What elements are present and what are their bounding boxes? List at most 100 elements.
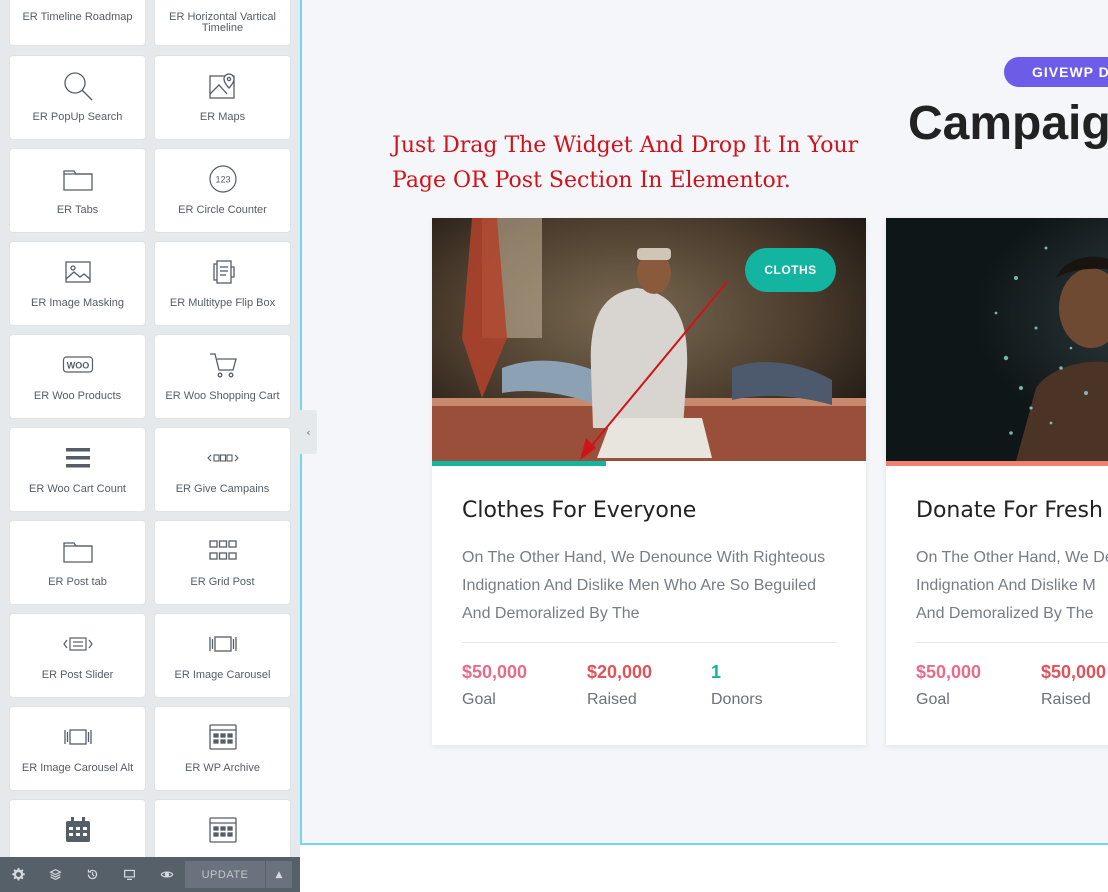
campaign-title[interactable]: Donate For Fresh W <box>916 498 1108 523</box>
widget-er-image-masking[interactable]: ER Image Masking <box>10 242 145 325</box>
campaign-description: On The Other Hand, We De Indignation And… <box>916 544 1108 628</box>
instruction-annotation: Just Drag The Widget And Drop It In Your… <box>392 133 859 193</box>
goal-stat: $50,000 Goal <box>916 662 981 709</box>
widget-label: ER Multitype Flip Box <box>169 297 276 309</box>
widget-label: ER Timeline Roadmap <box>22 11 133 23</box>
widget-er-woo-cart-count[interactable]: ER Woo Cart Count <box>10 428 145 511</box>
widget-er-circle-counter[interactable]: 123 ER Circle Counter <box>155 149 290 232</box>
campaign-description: On The Other Hand, We Denounce With Righ… <box>462 544 847 628</box>
image-icon <box>58 252 98 292</box>
widget-er-post-slider[interactable]: ER Post Slider <box>10 614 145 697</box>
widget-label: ER Post Slider <box>41 669 114 681</box>
widget-er-woo-products[interactable]: WOO ER Woo Products <box>10 335 145 418</box>
map-icon <box>203 66 243 106</box>
cart-icon <box>203 345 243 385</box>
widget-er-give-campains[interactable]: ER Give Campains <box>155 428 290 511</box>
widget-label: ER Woo Cart Count <box>28 483 126 495</box>
widget-label: ER Image Carousel <box>174 669 271 681</box>
description-line: On The Other Hand, We Denounce With Righ… <box>462 549 826 566</box>
circle-counter-icon: 123 <box>203 159 243 199</box>
raised-value: $20,000 <box>587 662 653 682</box>
section-badge: GIVEWP DO <box>1004 57 1108 87</box>
widget-label: ER Maps <box>199 111 246 123</box>
woo-icon: WOO <box>58 345 98 385</box>
campaign-title[interactable]: Clothes For Everyone <box>462 498 696 523</box>
tabs-icon <box>58 159 98 199</box>
section-heading: Campaign <box>908 97 1108 150</box>
carousel-icon <box>203 624 243 664</box>
flip-box-icon <box>203 252 243 292</box>
carousel-icon <box>58 717 98 757</box>
widget-er-wp-archive[interactable]: ER WP Archive <box>155 707 290 790</box>
widget-er-multitype-flip-box[interactable]: ER Multitype Flip Box <box>155 242 290 325</box>
goal-value: $50,000 <box>916 662 982 682</box>
raised-stat: $50,000 Raised <box>1041 662 1106 709</box>
canvas-footer-area <box>300 845 1108 892</box>
menu-bars-icon <box>58 438 98 478</box>
widget-label: ER PopUp Search <box>32 111 123 123</box>
donors-stat: 1 Donors <box>711 662 763 709</box>
widget-label: ER Horizontal Vartical Timeline <box>169 11 276 34</box>
widget-er-image-carousel-alt[interactable]: ER Image Carousel Alt <box>10 707 145 790</box>
history-icon[interactable] <box>74 857 111 892</box>
layers-icon[interactable] <box>37 857 74 892</box>
gear-icon[interactable] <box>0 857 37 892</box>
goal-label: Goal <box>916 691 950 708</box>
panel-footer-toolbar: UPDATE ▲ <box>0 857 300 892</box>
widget-label: ER Image Masking <box>31 297 124 309</box>
donors-value: 1 <box>711 662 722 682</box>
widget-er-tabs[interactable]: ER Tabs <box>10 149 145 232</box>
description-line: And Demoralized By The <box>462 605 640 622</box>
widget-label: ER Post tab <box>48 576 107 588</box>
widget-label: ER Tabs <box>56 204 99 216</box>
collapse-panel-chevron-icon[interactable]: ‹ <box>300 410 317 454</box>
archive-icon <box>203 717 243 757</box>
widget-er-woo-shopping-cart[interactable]: ER Woo Shopping Cart <box>155 335 290 418</box>
widget-label: ER Grid Post <box>190 576 255 588</box>
widget-er-grid-post[interactable]: ER Grid Post <box>155 521 290 604</box>
widget-label: ER Circle Counter <box>178 204 267 216</box>
calendar-icon <box>58 810 98 850</box>
responsive-icon[interactable] <box>111 857 148 892</box>
widget-label: ER Give Campains <box>175 483 270 495</box>
widget-er-maps[interactable]: ER Maps <box>155 56 290 139</box>
give-campaigns-icon <box>203 438 243 478</box>
divider <box>916 642 1108 643</box>
goal-label: Goal <box>462 691 496 708</box>
preview-eye-icon[interactable] <box>148 857 185 892</box>
post-slider-icon <box>58 624 98 664</box>
raised-label: Raised <box>587 691 637 708</box>
widget-label: ER Woo Shopping Cart <box>165 390 280 402</box>
divider <box>462 642 836 643</box>
circle-counter-text: 123 <box>215 175 230 185</box>
widget-er-popup-search[interactable]: ER PopUp Search <box>10 56 145 139</box>
widgets-panel[interactable]: ER Timeline Roadmap ER Horizontal Vartic… <box>0 0 300 892</box>
elementor-editor: ER Timeline Roadmap ER Horizontal Vartic… <box>0 0 1108 892</box>
raised-stat: $20,000 Raised <box>587 662 652 709</box>
raised-value: $50,000 <box>1041 662 1107 682</box>
description-line: On The Other Hand, We De <box>916 549 1108 566</box>
search-icon <box>58 66 98 106</box>
widget-label: ER WP Archive <box>185 762 260 774</box>
goal-value: $50,000 <box>462 662 528 682</box>
woo-text: WOO <box>66 361 89 371</box>
raised-label: Raised <box>1041 691 1091 708</box>
category-tag[interactable]: CLOTHS <box>745 248 836 292</box>
description-line: And Demoralized By The <box>916 605 1094 622</box>
widget-er-horizontal-vartical-timeline[interactable]: ER Horizontal Vartical Timeline <box>155 0 290 45</box>
grid-icon <box>203 531 243 571</box>
campaign-image[interactable] <box>886 218 1108 461</box>
widget-er-image-carousel[interactable]: ER Image Carousel <box>155 614 290 697</box>
tabs-icon <box>58 531 98 571</box>
campaign-card[interactable]: Donate For Fresh W On The Other Hand, We… <box>886 218 1108 745</box>
donors-label: Donors <box>711 691 763 708</box>
editor-canvas[interactable]: GIVEWP DO Campaign Just Drag The Widget … <box>300 0 1108 845</box>
save-options-caret-icon[interactable]: ▲ <box>266 861 292 888</box>
widget-er-timeline-roadmap[interactable]: ER Timeline Roadmap <box>10 0 145 45</box>
widget-label: ER Image Carousel Alt <box>21 762 134 774</box>
goal-stat: $50,000 Goal <box>462 662 527 709</box>
widget-er-post-tab[interactable]: ER Post tab <box>10 521 145 604</box>
widget-label: ER Woo Products <box>33 390 122 402</box>
description-line: Indignation And Dislike Men Who Are So B… <box>462 577 816 594</box>
update-button[interactable]: UPDATE <box>185 861 265 888</box>
